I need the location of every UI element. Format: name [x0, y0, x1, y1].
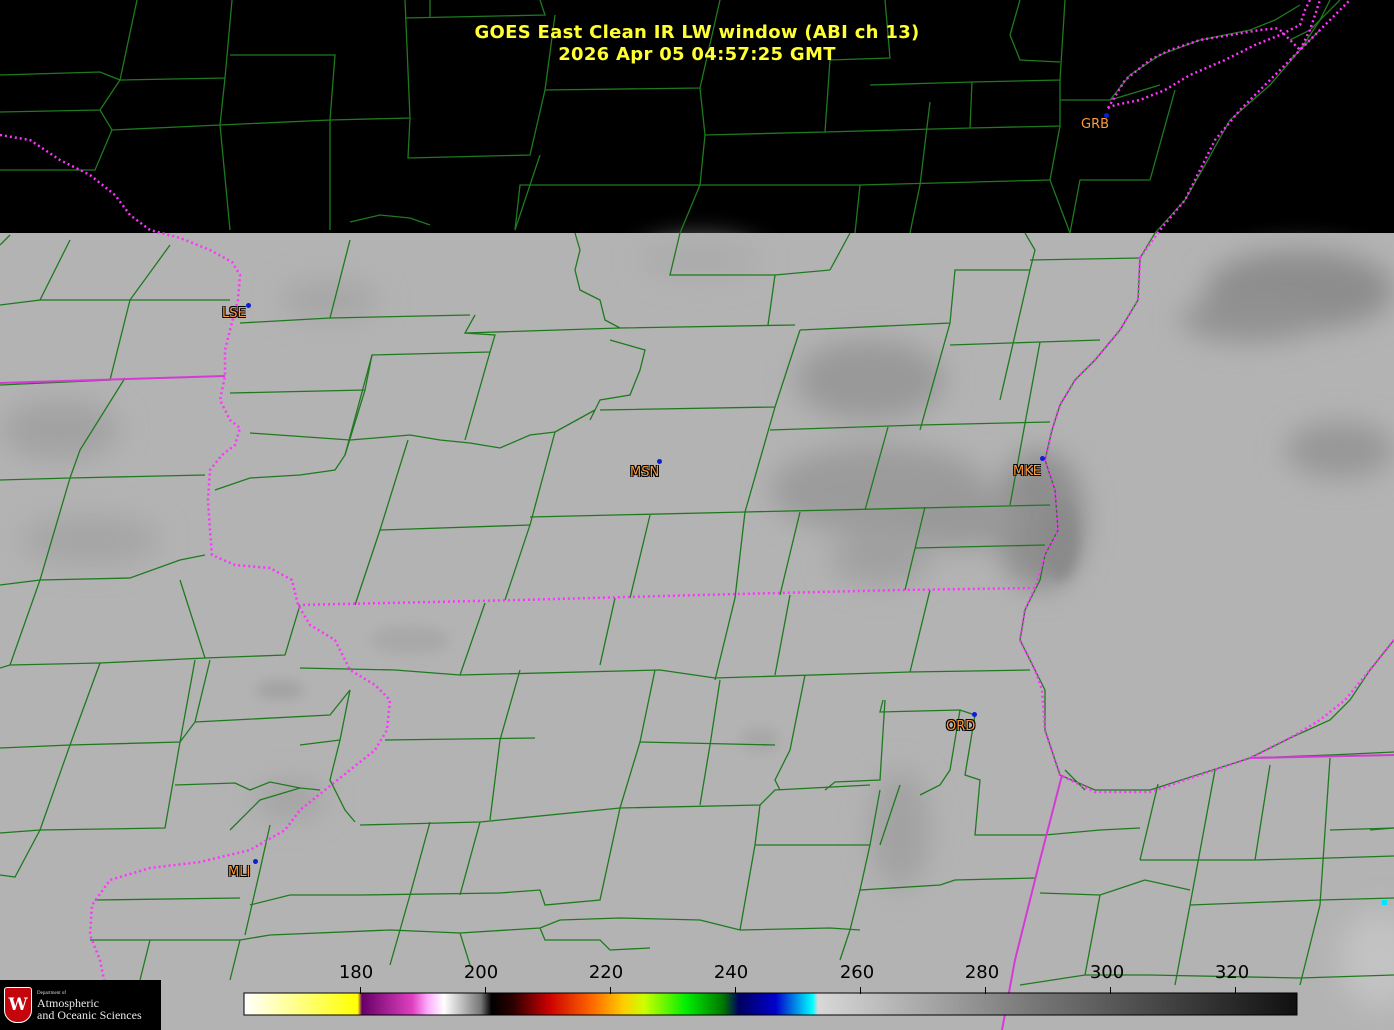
colorbar-gradient — [243, 992, 1298, 1016]
aos-logo: W Department of Atmospheric and Oceanic … — [0, 980, 161, 1030]
station-label-mke: MKE — [1013, 464, 1041, 479]
tick-mark — [485, 987, 486, 994]
colorbar-tick-label: 200 — [463, 962, 499, 983]
colorbar-tick-label: 220 — [588, 962, 624, 983]
station-label-mli: MLI — [228, 865, 251, 880]
colorbar-tick-label: 320 — [1214, 962, 1250, 983]
tick-mark — [1110, 987, 1111, 994]
logo-text: Department of Atmospheric and Oceanic Sc… — [37, 990, 142, 1021]
station-label-ord: ORD — [946, 719, 976, 734]
station-dot-lse — [246, 303, 251, 308]
tick-mark — [360, 987, 361, 994]
station-label-msn: MSN — [630, 465, 660, 480]
station-dot-mke — [1040, 456, 1045, 461]
logo-line-1: Atmospheric — [37, 995, 99, 1010]
tick-mark — [735, 987, 736, 994]
station-dot-mli — [253, 859, 258, 864]
colorbar-tick-label: 280 — [964, 962, 1000, 983]
tick-mark — [860, 987, 861, 994]
station-dot-ord — [972, 712, 977, 717]
ir-image-region — [0, 233, 1394, 1030]
tick-mark — [985, 987, 986, 994]
uw-crest-icon: W — [4, 987, 32, 1023]
cyan-marker — [1382, 900, 1387, 905]
station-label-grb: GRB — [1081, 117, 1110, 132]
station-label-lse: LSE — [222, 306, 246, 321]
logo-line-2: and Oceanic Sciences — [37, 1007, 142, 1022]
tick-mark — [1235, 987, 1236, 994]
image-title: GOES East Clean IR LW window (ABI ch 13) — [474, 22, 920, 43]
station-dot-msn — [657, 459, 662, 464]
colorbar-tick-label: 240 — [713, 962, 749, 983]
satellite-map — [0, 0, 1394, 1030]
tick-mark — [610, 987, 611, 994]
colorbar-tick-label: 180 — [338, 962, 374, 983]
colorbar-tick-label: 260 — [839, 962, 875, 983]
image-timestamp: 2026 Apr 05 04:57:25 GMT — [558, 44, 836, 65]
colorbar-tick-label: 300 — [1089, 962, 1125, 983]
